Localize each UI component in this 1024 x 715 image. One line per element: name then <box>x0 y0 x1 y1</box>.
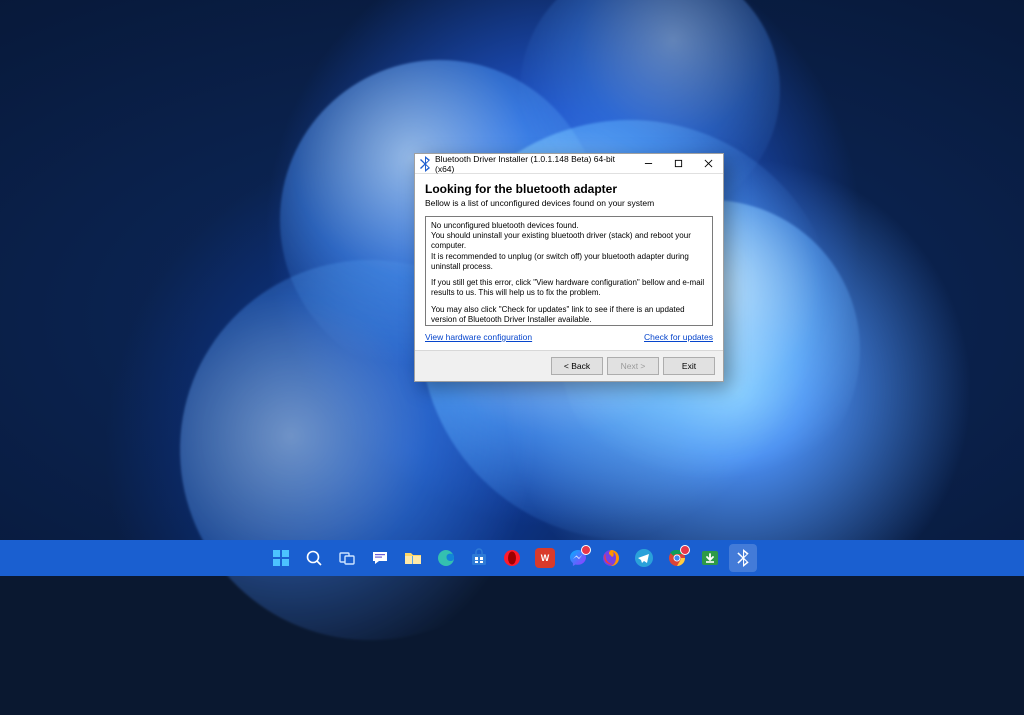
view-hardware-link[interactable]: View hardware configuration <box>425 332 532 342</box>
message-p1: No unconfigured bluetooth devices found.… <box>431 221 707 272</box>
installer-dialog: Bluetooth Driver Installer (1.0.1.148 Be… <box>414 153 724 382</box>
idm-button[interactable] <box>696 544 724 572</box>
bluetooth-installer-button[interactable] <box>729 544 757 572</box>
start-button[interactable] <box>267 544 295 572</box>
dialog-heading: Looking for the bluetooth adapter <box>425 182 713 196</box>
minimize-button[interactable] <box>633 154 663 174</box>
wps-button[interactable]: W <box>531 544 559 572</box>
message-p2: If you still get this error, click "View… <box>431 278 707 298</box>
next-button: Next > <box>607 357 659 375</box>
search-button[interactable] <box>300 544 328 572</box>
close-button[interactable] <box>693 154 723 174</box>
back-button[interactable]: < Back <box>551 357 603 375</box>
message-p3: You may also click "Check for updates" l… <box>431 305 707 325</box>
chrome-button[interactable] <box>663 544 691 572</box>
bluetooth-icon <box>419 158 431 170</box>
messenger-button[interactable] <box>564 544 592 572</box>
notification-badge <box>680 545 690 555</box>
titlebar[interactable]: Bluetooth Driver Installer (1.0.1.148 Be… <box>415 154 723 174</box>
file-explorer-button[interactable] <box>399 544 427 572</box>
exit-button[interactable]: Exit <box>663 357 715 375</box>
check-updates-link[interactable]: Check for updates <box>644 332 713 342</box>
task-view-button[interactable] <box>333 544 361 572</box>
message-box: No unconfigured bluetooth devices found.… <box>425 216 713 326</box>
taskbar: W <box>0 540 1024 576</box>
firefox-button[interactable] <box>597 544 625 572</box>
store-button[interactable] <box>465 544 493 572</box>
notification-badge <box>581 545 591 555</box>
window-title: Bluetooth Driver Installer (1.0.1.148 Be… <box>435 154 633 174</box>
maximize-button[interactable] <box>663 154 693 174</box>
edge-button[interactable] <box>432 544 460 572</box>
dialog-footer: < Back Next > Exit <box>415 350 723 381</box>
opera-button[interactable] <box>498 544 526 572</box>
telegram-button[interactable] <box>630 544 658 572</box>
chat-button[interactable] <box>366 544 394 572</box>
dialog-subheading: Bellow is a list of unconfigured devices… <box>425 198 713 208</box>
